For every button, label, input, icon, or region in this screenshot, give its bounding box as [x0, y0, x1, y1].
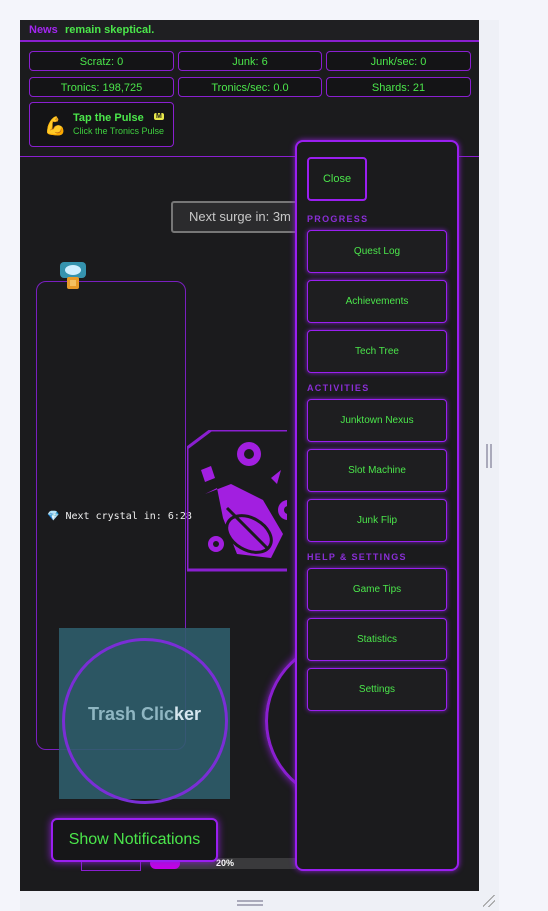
trash-clicker-label: Trash Clicker: [59, 704, 230, 725]
stat-shards: Shards: 21: [326, 77, 471, 97]
menu-section-activities: ACTIVITIES: [307, 383, 370, 393]
menu-section-help-settings: HELP & SETTINGS: [307, 552, 407, 562]
menu-section-progress: PROGRESS: [307, 214, 369, 224]
drone-icon[interactable]: [58, 260, 88, 292]
news-bar: News remain skeptical.: [20, 20, 479, 42]
stat-tronics: Tronics: 198,725: [29, 77, 174, 97]
menu-item-game-tips[interactable]: Game Tips: [307, 568, 447, 611]
menu-item-achievements[interactable]: Achievements: [307, 280, 447, 323]
horizontal-resize-handle[interactable]: [237, 900, 263, 906]
close-menu-button[interactable]: Close: [307, 157, 367, 201]
trash-clicker-label-b: ker: [174, 704, 202, 724]
flexed-arm-icon: 💪: [44, 116, 67, 136]
menu-item-settings[interactable]: Settings: [307, 668, 447, 711]
show-notifications-button[interactable]: Show Notifications: [51, 818, 218, 862]
quest-badge: M: [154, 113, 164, 120]
crystal-icon: 💎: [47, 511, 60, 522]
stat-junk: Junk: 6: [178, 51, 322, 71]
crystal-timer: 💎 Next crystal in: 6:28: [47, 511, 192, 522]
trash-clicker-label-a: Trash Clic: [87, 704, 174, 724]
stat-scratz: Scratz: 0: [29, 51, 174, 71]
side-menu: Close PROGRESS Quest Log Achievements Te…: [295, 140, 459, 871]
quest-description: Click the Tronics Pulse: [73, 126, 165, 136]
menu-item-tech-tree[interactable]: Tech Tree: [307, 330, 447, 373]
menu-item-junktown-nexus[interactable]: Junktown Nexus: [307, 399, 447, 442]
menu-item-quest-log[interactable]: Quest Log: [307, 230, 447, 273]
news-label: News: [29, 24, 58, 36]
game-app: News remain skeptical. Scratz: 0 Junk: 6…: [20, 20, 479, 891]
news-ticker-text: remain skeptical.: [65, 24, 155, 36]
stat-junk-sec: Junk/sec: 0: [326, 51, 471, 71]
trash-can-artwork: [187, 430, 287, 572]
stat-tronics-sec: Tronics/sec: 0.0: [178, 77, 322, 97]
menu-item-junk-flip[interactable]: Junk Flip: [307, 499, 447, 542]
vertical-resize-handle[interactable]: [486, 444, 492, 468]
resize-grip-icon[interactable]: [483, 895, 495, 907]
menu-item-statistics[interactable]: Statistics: [307, 618, 447, 661]
menu-item-slot-machine[interactable]: Slot Machine: [307, 449, 447, 492]
active-quest-card[interactable]: 💪 Tap the Pulse M Click the Tronics Puls…: [29, 102, 174, 147]
quest-title: Tap the Pulse: [73, 112, 144, 124]
crystal-timer-text: Next crystal in: 6:28: [65, 511, 192, 522]
